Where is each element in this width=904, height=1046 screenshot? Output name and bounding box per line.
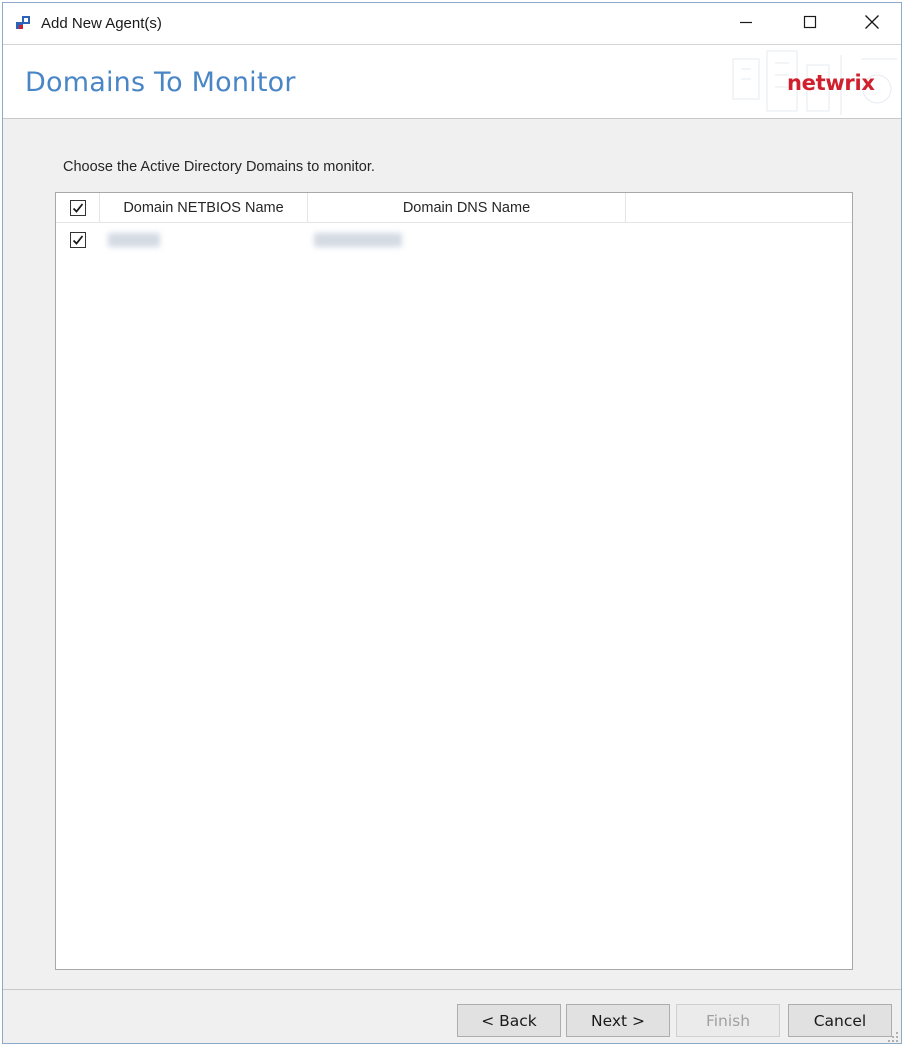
netwrix-logo: netwrix: [787, 71, 875, 95]
instruction-text: Choose the Active Directory Domains to m…: [63, 159, 375, 175]
title-bar: Add New Agent(s): [3, 3, 901, 45]
column-header-dns[interactable]: Domain DNS Name: [308, 193, 626, 223]
list-header: Domain NETBIOS Name Domain DNS Name: [56, 193, 852, 223]
netwrix-app-icon: [13, 14, 33, 34]
resize-grip-icon[interactable]: [887, 1031, 899, 1043]
page-title: Domains To Monitor: [25, 67, 296, 98]
close-button[interactable]: [849, 3, 895, 45]
minimize-icon: [739, 15, 753, 34]
next-button[interactable]: Next >: [566, 1004, 670, 1037]
domain-dns-cell: [314, 233, 402, 247]
wizard-header: Domains To Monitor netwrix: [3, 45, 901, 119]
select-all-column[interactable]: [56, 193, 100, 223]
checkmark-icon: [72, 203, 83, 213]
domain-row[interactable]: [56, 225, 852, 255]
cancel-button[interactable]: Cancel: [788, 1004, 892, 1037]
checkmark-icon: [72, 235, 84, 245]
maximize-icon: [803, 15, 817, 34]
select-all-checkbox[interactable]: [69, 200, 86, 216]
close-icon: [864, 14, 880, 35]
back-button[interactable]: < Back: [457, 1004, 561, 1037]
domain-row-checkbox[interactable]: [70, 232, 86, 248]
maximize-button[interactable]: [787, 3, 833, 45]
wizard-footer: < Back Next > Finish Cancel: [3, 989, 901, 1043]
minimize-button[interactable]: [723, 3, 769, 45]
add-agent-dialog: Add New Agent(s) Domains To Monitor netw…: [2, 2, 902, 1044]
column-header-netbios[interactable]: Domain NETBIOS Name: [100, 193, 308, 223]
finish-button: Finish: [676, 1004, 780, 1037]
domain-list[interactable]: Domain NETBIOS Name Domain DNS Name: [55, 192, 853, 970]
window-title: Add New Agent(s): [41, 15, 162, 32]
domain-netbios-cell: [108, 233, 160, 247]
